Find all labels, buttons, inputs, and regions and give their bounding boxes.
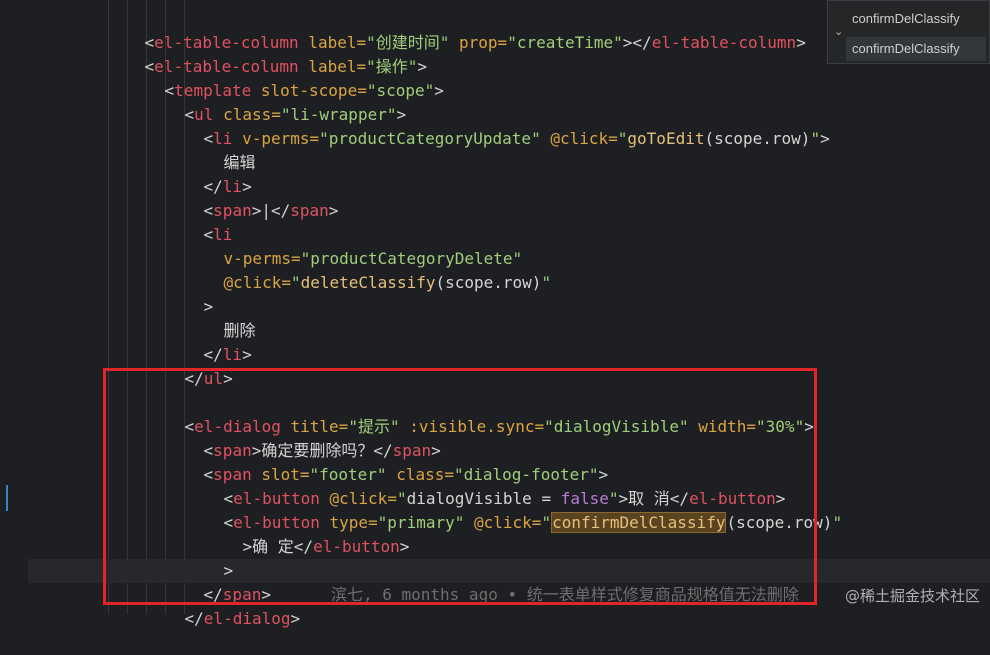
code-line-11: @click="deleteClassify(scope.row)": [223, 273, 552, 292]
code-line-9: <li: [203, 225, 233, 244]
chevron-down-icon[interactable]: ⌄: [834, 25, 843, 38]
code-line-7: </li>: [203, 177, 252, 196]
suggestion-item-selected[interactable]: confirmDelClassify: [852, 37, 960, 61]
code-line-14: </li>: [203, 345, 252, 364]
editor-gutter: [0, 0, 29, 614]
code-line-5: <li v-perms="productCategoryUpdate" @cli…: [203, 129, 830, 148]
code-line-13: 删除: [223, 321, 256, 340]
code-line-10: v-perms="productCategoryDelete": [223, 249, 523, 268]
code-line-12: >: [203, 297, 214, 316]
watermark: @稀土掘金技术社区: [844, 587, 980, 605]
highlight-annotation-box: [103, 368, 817, 605]
code-line-2: <el-table-column label="操作">: [144, 57, 428, 76]
suggestion-item[interactable]: confirmDelClassify: [852, 7, 960, 31]
code-line-1: <el-table-column label="创建时间" prop="crea…: [144, 33, 806, 52]
suggestion-widget[interactable]: confirmDelClassify ⌄ confirmDelClassify: [827, 0, 990, 64]
code-line-4: <ul class="li-wrapper">: [184, 105, 407, 124]
code-line-15: </ul>: [184, 369, 233, 388]
code-line-8: <span>|</span>: [203, 201, 339, 220]
git-change-marker: [6, 485, 8, 511]
code-line-3: <template slot-scope="scope">: [164, 81, 444, 100]
code-line-6: 编辑: [223, 153, 256, 172]
